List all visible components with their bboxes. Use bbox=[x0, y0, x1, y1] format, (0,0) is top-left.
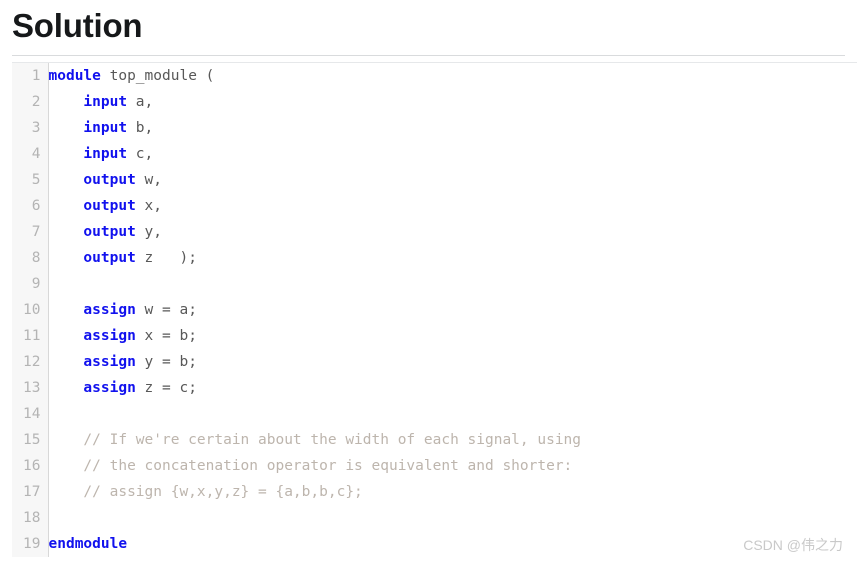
code-keyword: input bbox=[83, 146, 128, 162]
code-line: assign y = b; bbox=[49, 349, 857, 375]
line-number: 3 bbox=[31, 120, 41, 136]
code-line: input c, bbox=[49, 141, 857, 167]
code-line: assign z = c; bbox=[49, 375, 857, 401]
code-text: x, bbox=[135, 198, 163, 214]
code-keyword: assign bbox=[83, 354, 136, 370]
line-number: 8 bbox=[31, 250, 41, 266]
code-line: assign x = b; bbox=[49, 323, 857, 349]
line-number: 9 bbox=[31, 276, 41, 292]
heading-section: Solution bbox=[0, 0, 857, 56]
code-line: output w, bbox=[49, 167, 857, 193]
code-line: output x, bbox=[49, 193, 857, 219]
code-keyword: input bbox=[83, 120, 128, 136]
line-number: 6 bbox=[31, 198, 41, 214]
code-block[interactable]: 1 2 3 4 5 6 7 8 9 10 11 12 13 14 15 16 17 18 19 module top… bbox=[12, 62, 857, 562]
code-text: w, bbox=[135, 172, 163, 188]
code-comment: // If we're certain about the width of e… bbox=[83, 432, 582, 448]
code-keyword: output bbox=[83, 250, 136, 266]
code-text: z ); bbox=[135, 250, 197, 266]
code-text: top_module ( bbox=[100, 68, 215, 84]
line-number: 7 bbox=[31, 224, 41, 240]
page-title: Solution bbox=[12, 7, 143, 44]
line-number: 1 bbox=[31, 68, 41, 84]
line-number: 4 bbox=[31, 146, 41, 162]
line-number: 13 bbox=[23, 380, 41, 396]
line-number: 14 bbox=[23, 406, 41, 422]
code-keyword: output bbox=[83, 198, 136, 214]
code-text: y = b; bbox=[135, 354, 197, 370]
csdn-watermark: CSDN @伟之力 bbox=[743, 537, 843, 553]
line-number: 5 bbox=[31, 172, 41, 188]
code-line: input b, bbox=[49, 115, 857, 141]
code-line: // If we're certain about the width of e… bbox=[49, 427, 857, 453]
code-text: w = a; bbox=[135, 302, 197, 318]
code-keyword: assign bbox=[83, 380, 136, 396]
code-keyword: assign bbox=[83, 328, 136, 344]
code-keyword: module bbox=[48, 68, 101, 84]
code-line: output z ); bbox=[49, 245, 857, 271]
code-line: output y, bbox=[49, 219, 857, 245]
line-number: 18 bbox=[23, 510, 41, 526]
code-comment: // assign {w,x,y,z} = {a,b,b,c}; bbox=[83, 484, 363, 500]
line-number: 17 bbox=[23, 484, 41, 500]
code-content-area[interactable]: module top_module ( input a, input b, in… bbox=[48, 63, 857, 557]
code-line: assign w = a; bbox=[49, 297, 857, 323]
code-keyword: input bbox=[83, 94, 128, 110]
code-text: x = b; bbox=[135, 328, 197, 344]
line-number: 2 bbox=[31, 94, 41, 110]
code-comment: // the concatenation operator is equival… bbox=[83, 458, 573, 474]
title-divider bbox=[12, 55, 845, 56]
line-number: 19 bbox=[23, 536, 41, 552]
code-table: 1 2 3 4 5 6 7 8 9 10 11 12 13 14 15 16 17 18 19 module top… bbox=[12, 63, 857, 557]
code-text: c, bbox=[127, 146, 154, 162]
line-number-gutter: 1 2 3 4 5 6 7 8 9 10 11 12 13 14 15 16 17 18 19 bbox=[12, 63, 49, 557]
line-number: 10 bbox=[23, 302, 41, 318]
line-number: 15 bbox=[23, 432, 41, 448]
code-text: y, bbox=[135, 224, 163, 240]
code-line: endmodule bbox=[49, 531, 857, 557]
code-keyword: output bbox=[83, 224, 136, 240]
code-line: module top_module ( bbox=[49, 63, 857, 89]
code-line: input a, bbox=[49, 89, 857, 115]
code-keyword: endmodule bbox=[48, 536, 128, 552]
code-keyword: assign bbox=[83, 302, 136, 318]
page-root: Solution 1 2 3 4 5 6 7 8 9 10 11 12 13 14 15 16 17 18 19 m… bbox=[0, 0, 857, 562]
code-line: // assign {w,x,y,z} = {a,b,b,c}; bbox=[49, 479, 857, 505]
code-keyword: output bbox=[83, 172, 136, 188]
line-number: 16 bbox=[23, 458, 41, 474]
code-text: z = c; bbox=[135, 380, 197, 396]
line-number: 11 bbox=[23, 328, 41, 344]
code-line: // the concatenation operator is equival… bbox=[49, 453, 857, 479]
code-text: a, bbox=[127, 94, 154, 110]
code-text: b, bbox=[127, 120, 154, 136]
line-number: 12 bbox=[23, 354, 41, 370]
